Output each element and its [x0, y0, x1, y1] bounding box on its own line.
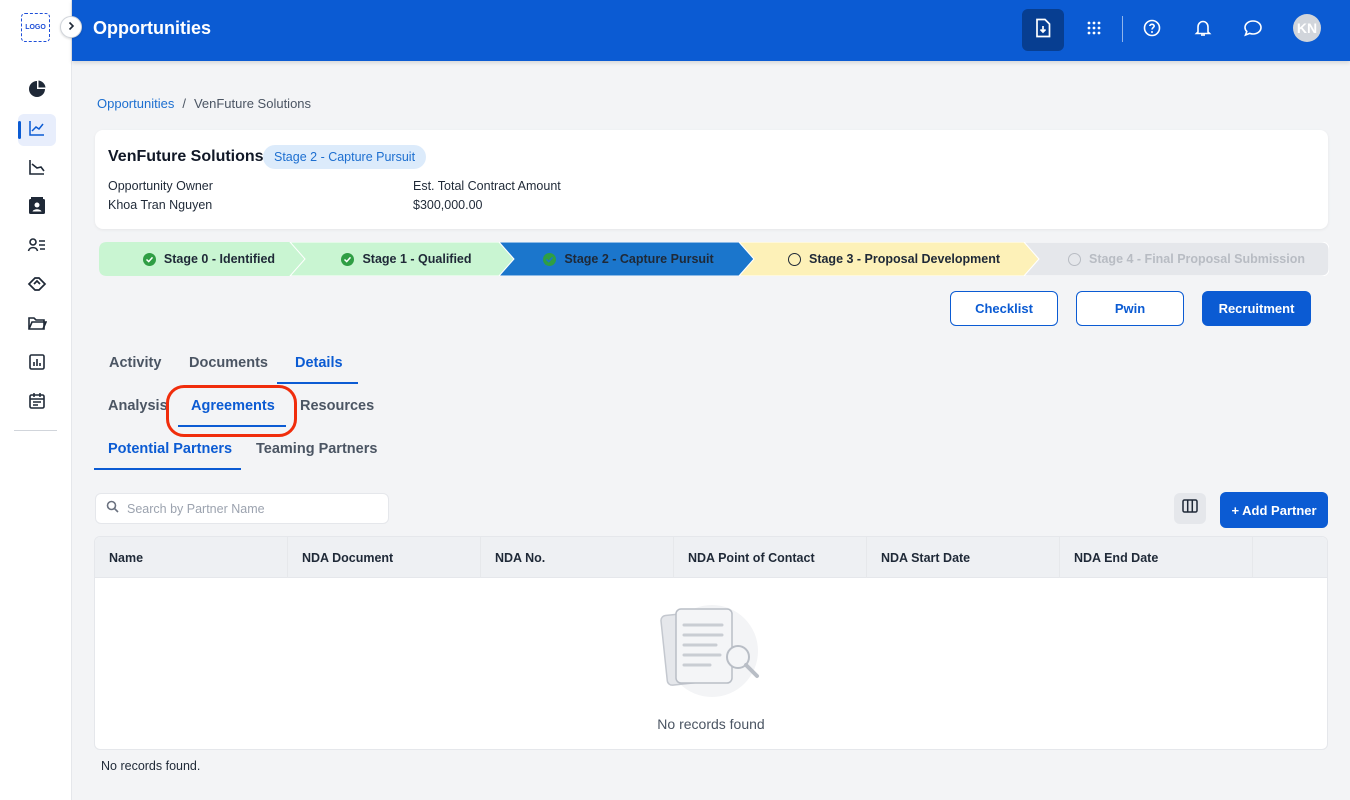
breadcrumb-current: VenFuture Solutions [193, 96, 312, 111]
table-header: Name NDA Document NDA No. NDA Point of C… [95, 537, 1327, 578]
tab-details-underline [277, 382, 358, 384]
column-header-nda-start-date[interactable]: NDA Start Date [867, 537, 1060, 578]
people-list-icon [27, 236, 47, 259]
search-box [95, 493, 389, 524]
records-count-text: No records found. [101, 759, 201, 773]
column-header-nda-no[interactable]: NDA No. [481, 537, 674, 578]
pwin-button[interactable]: Pwin [1076, 291, 1184, 326]
chevron-right-icon [66, 18, 76, 36]
chat-icon [1243, 19, 1263, 42]
bell-icon [1194, 19, 1212, 42]
calendar-icon [28, 392, 46, 415]
sidebar-item-opportunities[interactable] [18, 114, 56, 146]
tab-potential-partners[interactable]: Potential Partners [108, 441, 232, 457]
owner-value: Khoa Tran Nguyen [108, 198, 213, 212]
sidebar: LOGO [0, 0, 72, 800]
empty-documents-icon [650, 601, 770, 701]
amount-value: $300,000.00 [413, 198, 483, 212]
partners-table: Name NDA Document NDA No. NDA Point of C… [94, 536, 1328, 750]
help-icon [1143, 19, 1161, 42]
handshake-icon [27, 274, 47, 299]
search-icon [106, 500, 119, 518]
recruitment-button[interactable]: Recruitment [1202, 291, 1311, 326]
stage-label: Stage 2 - Capture Pursuit [564, 252, 714, 266]
page-title: Opportunities [93, 18, 211, 38]
folder-icon [27, 314, 48, 337]
sidebar-item-trends[interactable] [18, 153, 56, 185]
owner-label: Opportunity Owner [108, 179, 213, 193]
sidebar-divider [14, 430, 57, 431]
apps-button[interactable] [1073, 9, 1115, 51]
column-header-nda-contact[interactable]: NDA Point of Contact [674, 537, 867, 578]
stage-label: Stage 1 - Qualified [362, 252, 472, 266]
add-partner-button[interactable]: + Add Partner [1220, 492, 1328, 528]
stage-label: Stage 3 - Proposal Development [808, 252, 1001, 266]
sidebar-item-dashboard[interactable] [18, 75, 56, 107]
stage-progress-bar: Stage 0 - Identified Stage 1 - Qualified… [99, 242, 1329, 276]
stage-step-2[interactable]: Stage 2 - Capture Pursuit [521, 242, 736, 276]
amount-label: Est. Total Contract Amount [413, 179, 561, 193]
sidebar-item-contacts[interactable] [18, 192, 56, 224]
checklist-button[interactable]: Checklist [950, 291, 1058, 326]
check-circle-icon [341, 252, 355, 266]
apps-grid-icon [1086, 20, 1102, 41]
stage-label: Stage 4 - Final Proposal Submission [1088, 252, 1305, 266]
stage-step-4[interactable]: Stage 4 - Final Proposal Submission [1049, 242, 1324, 276]
tab-resources[interactable]: Resources [300, 398, 374, 414]
tab-potential-partners-underline [94, 468, 241, 470]
line-chart-icon [28, 119, 46, 142]
column-header-nda-end-date[interactable]: NDA End Date [1060, 537, 1253, 578]
bar-report-icon [28, 353, 46, 376]
trend-chart-icon [28, 158, 46, 181]
help-button[interactable] [1131, 9, 1173, 51]
download-button[interactable] [1022, 9, 1064, 51]
sidebar-item-partners[interactable] [18, 270, 56, 302]
sidebar-item-people[interactable] [18, 231, 56, 263]
tab-documents[interactable]: Documents [189, 355, 268, 371]
stage-step-0[interactable]: Stage 0 - Identified [119, 242, 299, 276]
opportunity-summary-card: VenFuture Solutions Stage 2 - Capture Pu… [95, 130, 1328, 229]
column-header-name[interactable]: Name [95, 537, 288, 578]
stage-step-3[interactable]: Stage 3 - Proposal Development [764, 242, 1024, 276]
sidebar-item-documents[interactable] [18, 309, 56, 341]
avatar[interactable]: KN [1293, 14, 1321, 42]
contact-card-icon [27, 196, 47, 221]
highlight-annotation [166, 385, 297, 437]
empty-state-message: No records found [657, 716, 765, 732]
header-divider [1122, 16, 1123, 42]
status-badge: Stage 2 - Capture Pursuit [263, 145, 427, 169]
empty-circle-icon [787, 252, 801, 266]
breadcrumb-link-opportunities[interactable]: Opportunities [97, 96, 174, 111]
sidebar-toggle-button[interactable] [60, 16, 82, 38]
check-circle-icon [142, 252, 156, 266]
stage-label: Stage 0 - Identified [163, 252, 276, 266]
opportunity-name: VenFuture Solutions [108, 148, 264, 165]
breadcrumb: Opportunities / VenFuture Solutions [97, 96, 311, 111]
stage-step-1[interactable]: Stage 1 - Qualified [314, 242, 499, 276]
tab-activity[interactable]: Activity [109, 355, 161, 371]
column-header-nda-document[interactable]: NDA Document [288, 537, 481, 578]
columns-toggle-button[interactable] [1174, 493, 1206, 524]
chat-button[interactable] [1232, 9, 1274, 51]
columns-icon [1182, 499, 1198, 518]
notifications-button[interactable] [1182, 9, 1224, 51]
empty-circle-icon [1067, 252, 1081, 266]
sidebar-item-calendar[interactable] [18, 387, 56, 419]
sidebar-item-reports[interactable] [18, 348, 56, 380]
top-header: Opportunities KN [72, 0, 1350, 61]
tab-details[interactable]: Details [295, 355, 343, 371]
download-file-icon [1034, 18, 1052, 43]
search-input[interactable] [127, 501, 367, 516]
logo: LOGO [21, 13, 50, 42]
breadcrumb-separator: / [182, 96, 186, 111]
check-circle-icon [543, 252, 557, 266]
pie-chart-icon [27, 79, 47, 104]
tab-analysis[interactable]: Analysis [108, 398, 168, 414]
tab-teaming-partners[interactable]: Teaming Partners [256, 441, 377, 457]
